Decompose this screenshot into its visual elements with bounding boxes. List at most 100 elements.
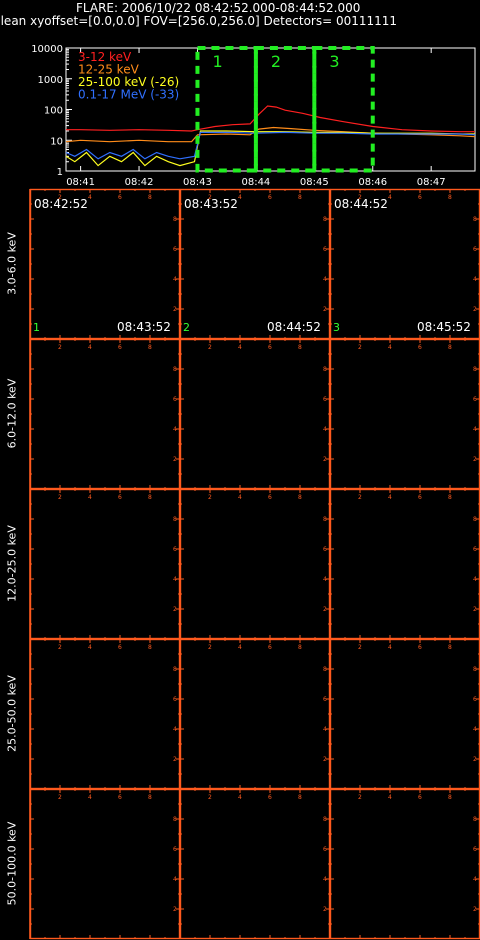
- panel-tick-label: 4: [173, 726, 177, 733]
- image-panel-frame: [329, 488, 480, 640]
- panel-number: 3: [333, 321, 340, 334]
- panel-end-time: 08:45:52: [417, 320, 471, 334]
- panel-tick-label: 6: [268, 644, 272, 651]
- image-panel-frame: [329, 188, 480, 340]
- panel-tick-label: 6: [323, 846, 327, 853]
- panel-tick-label: 8: [148, 644, 152, 651]
- panel-tick-label: 2: [473, 456, 477, 463]
- panel-start-time: 08:44:52: [334, 197, 388, 211]
- panel-tick-label: 6: [473, 246, 477, 253]
- panel-tick-label: 8: [473, 216, 477, 223]
- panel-tick-label: 8: [173, 816, 177, 823]
- panel-tick-label: 6: [418, 194, 422, 201]
- panel-tick-label: 4: [473, 876, 477, 883]
- image-panel-frame: [329, 638, 480, 790]
- panel-tick-label: 8: [473, 366, 477, 373]
- panel-tick-label: 2: [208, 494, 212, 501]
- panel-tick-label: 2: [473, 306, 477, 313]
- panel-tick-label: 4: [88, 794, 92, 801]
- panel-tick-label: 6: [118, 494, 122, 501]
- panel-tick-label: 6: [268, 344, 272, 351]
- panel-tick-label: 8: [448, 644, 452, 651]
- image-panel-frame: [179, 638, 331, 790]
- panel-tick-label: 2: [323, 306, 327, 313]
- image-panel-frame: [29, 638, 181, 790]
- panel-tick-label: 6: [173, 246, 177, 253]
- panel-tick-label: 4: [173, 876, 177, 883]
- panel-tick-label: 6: [418, 644, 422, 651]
- panel-tick-label: 8: [323, 516, 327, 523]
- panel-tick-label: 2: [58, 644, 62, 651]
- panel-tick-label: 4: [473, 276, 477, 283]
- panel-tick-label: 2: [323, 906, 327, 913]
- panel-tick-label: 8: [473, 666, 477, 673]
- panel-tick-label: 6: [418, 794, 422, 801]
- panel-tick-label: 8: [298, 644, 302, 651]
- panel-tick-label: 6: [473, 396, 477, 403]
- panel-tick-label: 6: [118, 194, 122, 201]
- panel-tick-label: 4: [388, 344, 392, 351]
- panel-tick-label: 2: [358, 344, 362, 351]
- panel-tick-label: 2: [358, 644, 362, 651]
- image-panel-frame: [329, 788, 480, 940]
- panel-tick-label: 8: [323, 366, 327, 373]
- panel-tick-label: 4: [238, 644, 242, 651]
- panel-tick-label: 4: [238, 344, 242, 351]
- panel-tick-label: 6: [473, 546, 477, 553]
- panel-tick-label: 4: [238, 194, 242, 201]
- panel-tick-label: 6: [118, 794, 122, 801]
- panel-tick-label: 4: [238, 494, 242, 501]
- panel-tick-label: 2: [473, 756, 477, 763]
- panel-tick-label: 8: [173, 216, 177, 223]
- panel-tick-label: 6: [323, 246, 327, 253]
- panel-tick-label: 4: [323, 876, 327, 883]
- panel-tick-label: 6: [118, 644, 122, 651]
- panel-number: 1: [33, 321, 40, 334]
- panel-tick-label: 6: [323, 396, 327, 403]
- panel-tick-label: 4: [323, 276, 327, 283]
- panel-tick-label: 6: [173, 846, 177, 853]
- panel-tick-label: 6: [268, 494, 272, 501]
- panel-tick-label: 2: [208, 794, 212, 801]
- panel-tick-label: 6: [418, 344, 422, 351]
- panel-tick-label: 8: [148, 344, 152, 351]
- panel-tick-label: 6: [118, 344, 122, 351]
- panel-tick-label: 2: [323, 606, 327, 613]
- panel-tick-label: 2: [58, 794, 62, 801]
- image-panel-frame: [329, 338, 480, 490]
- panel-tick-label: 8: [298, 494, 302, 501]
- image-panel-frame: [179, 338, 331, 490]
- panel-tick-label: 4: [88, 494, 92, 501]
- panel-tick-label: 8: [148, 194, 152, 201]
- panel-tick-label: 8: [173, 516, 177, 523]
- energy-band-label: 50.0-100.0 keV: [5, 821, 19, 906]
- panel-tick-label: 8: [173, 366, 177, 373]
- panel-end-time: 08:43:52: [117, 320, 171, 334]
- panel-tick-label: 4: [388, 194, 392, 201]
- panel-tick-label: 8: [148, 494, 152, 501]
- panel-tick-label: 2: [173, 306, 177, 313]
- panel-tick-label: 8: [473, 516, 477, 523]
- panel-tick-label: 8: [298, 194, 302, 201]
- panel-tick-label: 8: [473, 816, 477, 823]
- panel-tick-label: 6: [268, 794, 272, 801]
- panel-tick-label: 4: [88, 644, 92, 651]
- image-grid: 2 4 6 8 2 4 6 8 2 4 6 8 2 4 6 8 2 4 6 8 2 4 6 8 2 4 6 8 2 4 6 8 2 4 6 8 2 4 6 8…: [29, 188, 480, 940]
- panel-tick-label: 4: [238, 794, 242, 801]
- panel-tick-label: 8: [448, 794, 452, 801]
- panel-tick-label: 4: [323, 426, 327, 433]
- panel-tick-label: 2: [473, 606, 477, 613]
- energy-band-label: 12.0-25.0 keV: [5, 525, 19, 602]
- panel-tick-label: 2: [208, 644, 212, 651]
- panel-tick-label: 2: [208, 344, 212, 351]
- image-panel-frame: [29, 488, 181, 640]
- panel-tick-label: 2: [58, 494, 62, 501]
- image-panel-frame: [179, 188, 331, 340]
- panel-tick-label: 6: [473, 696, 477, 703]
- panel-tick-label: 8: [323, 216, 327, 223]
- panel-tick-label: 4: [388, 794, 392, 801]
- panel-tick-label: 8: [448, 194, 452, 201]
- panel-tick-label: 4: [173, 576, 177, 583]
- image-panel-frame: [29, 188, 181, 340]
- image-panel-frame: [179, 488, 331, 640]
